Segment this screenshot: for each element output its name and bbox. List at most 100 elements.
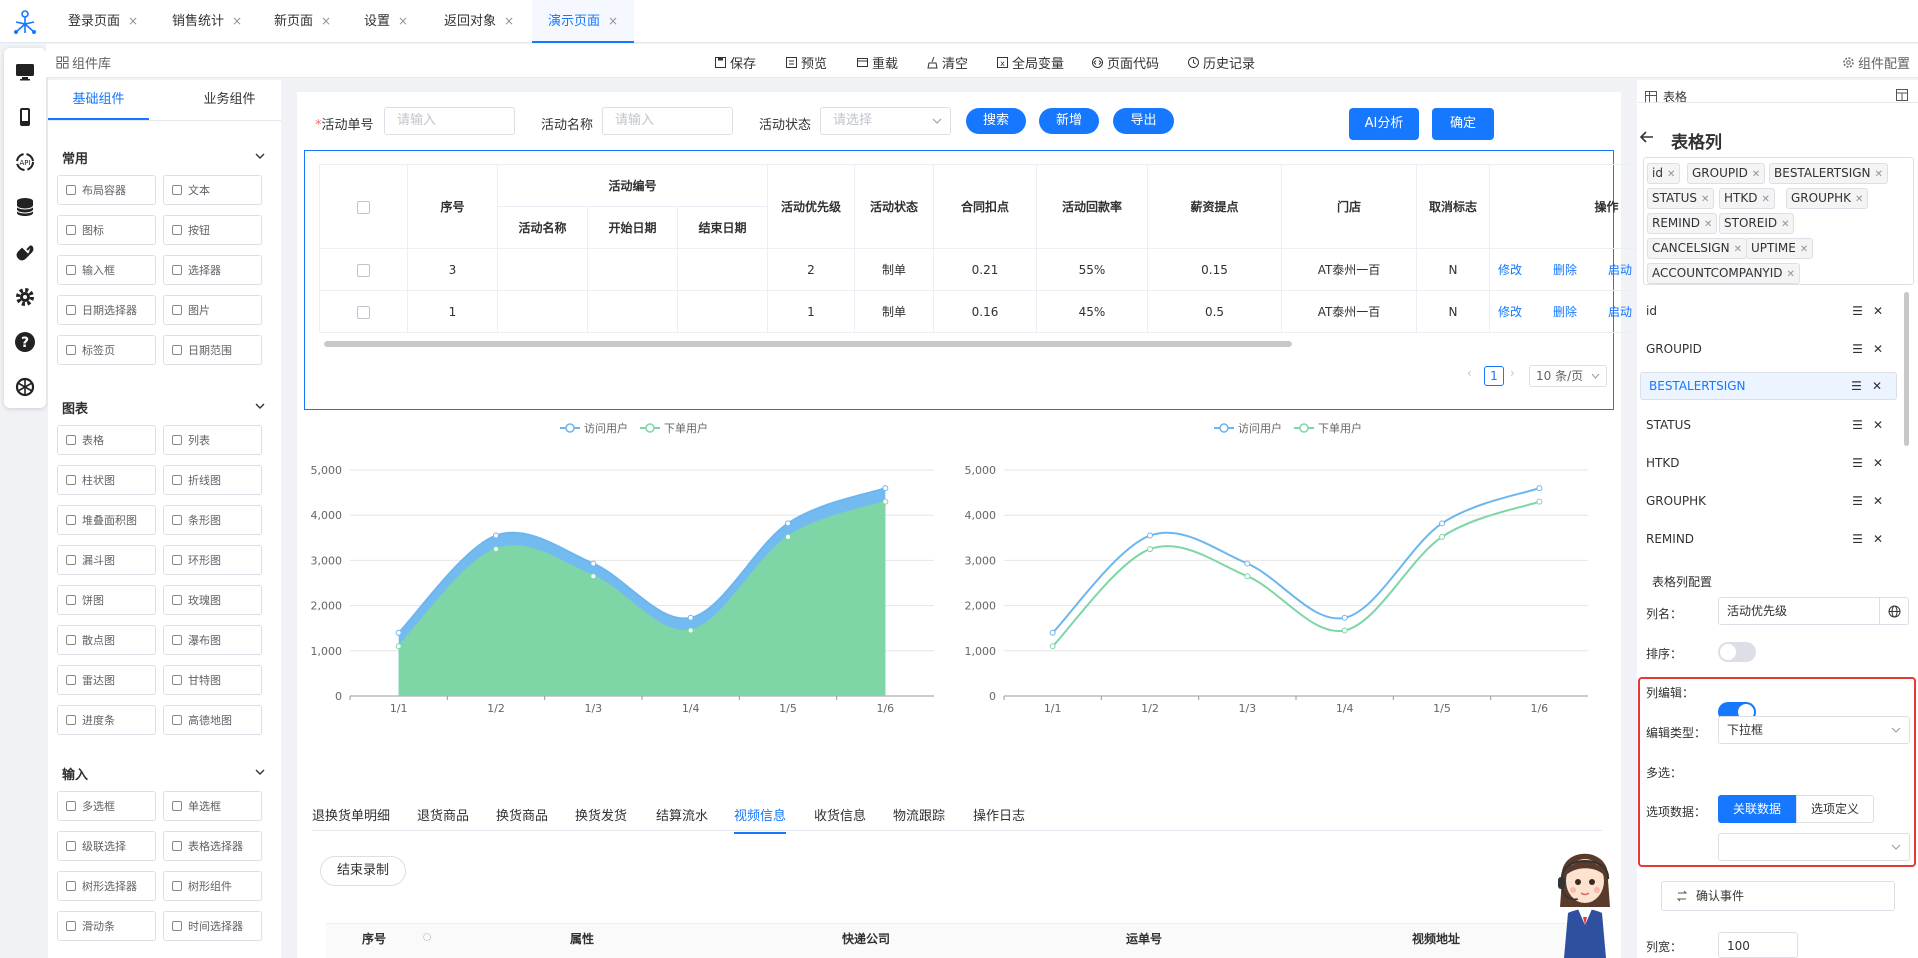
drag-handle-icon[interactable]: ☰ <box>1852 334 1863 364</box>
component-item[interactable]: 布局容器 <box>57 175 156 205</box>
subtab-2[interactable]: 换货商品 <box>496 805 548 824</box>
tag-close-icon[interactable]: ✕ <box>1800 244 1808 255</box>
column-tag[interactable]: GROUPID ✕ <box>1687 163 1766 184</box>
component-item[interactable]: 玫瑰图 <box>163 585 262 615</box>
page-number[interactable]: 1 <box>1484 366 1504 386</box>
gear-icon[interactable] <box>13 285 37 309</box>
component-item[interactable]: 条形图 <box>163 505 262 535</box>
section-header-1[interactable]: 图表 <box>62 398 266 417</box>
component-item[interactable]: 柱状图 <box>57 465 156 495</box>
select-all-checkbox[interactable] <box>357 200 370 214</box>
delete-link[interactable]: 删除 <box>1553 261 1608 278</box>
api-icon[interactable]: API <box>13 150 37 174</box>
component-item[interactable]: 滑动条 <box>57 911 156 941</box>
linked-data-select[interactable] <box>1718 833 1910 861</box>
tag-close-icon[interactable]: ✕ <box>1761 194 1769 205</box>
component-item[interactable]: 时间选择器 <box>163 911 262 941</box>
close-icon[interactable]: × <box>504 14 514 28</box>
component-item[interactable]: 高德地图 <box>163 705 262 735</box>
help-icon[interactable]: ? <box>13 330 37 354</box>
component-item[interactable]: 标签页 <box>57 335 156 365</box>
row-checkbox[interactable] <box>357 263 370 277</box>
close-icon[interactable]: × <box>232 14 242 28</box>
assistant-avatar[interactable] <box>1552 835 1618 958</box>
desktop-icon[interactable] <box>13 60 37 84</box>
component-item[interactable]: 输入框 <box>57 255 156 285</box>
drag-handle-icon[interactable]: ☰ <box>1852 486 1863 516</box>
confirm-button[interactable]: 确定 <box>1432 108 1494 140</box>
tab-1[interactable]: 销售统计 × <box>156 0 258 43</box>
column-row[interactable]: STATUS ☰ ✕ <box>1640 410 1897 440</box>
component-item[interactable]: 瀑布图 <box>163 625 262 655</box>
delete-link[interactable]: 删除 <box>1553 303 1608 320</box>
tab-basic-components[interactable]: 基础组件 <box>48 80 149 120</box>
database-icon[interactable] <box>13 195 37 219</box>
page-size-select[interactable]: 10 条/页 <box>1529 365 1607 387</box>
activity-status-select[interactable]: 请选择 <box>820 107 951 135</box>
column-row[interactable]: REMIND ☰ ✕ <box>1640 524 1897 554</box>
tab-4[interactable]: 返回对象 × <box>428 0 530 43</box>
tab-0[interactable]: 登录页面 × <box>52 0 154 43</box>
component-item[interactable]: 选择器 <box>163 255 262 285</box>
search-button[interactable]: 搜索 <box>966 108 1026 134</box>
component-item[interactable]: 多选框 <box>57 791 156 821</box>
tag-close-icon[interactable]: ✕ <box>1667 169 1675 180</box>
remove-icon[interactable]: ✕ <box>1873 334 1883 364</box>
close-icon[interactable]: × <box>398 14 408 28</box>
remove-icon[interactable]: ✕ <box>1873 410 1883 440</box>
back-arrow-icon[interactable] <box>1640 131 1654 143</box>
component-item[interactable]: 文本 <box>163 175 262 205</box>
column-row[interactable]: id ☰ ✕ <box>1640 296 1897 326</box>
linked-data-button[interactable]: 关联数据 <box>1718 795 1796 823</box>
close-icon[interactable]: × <box>321 14 331 28</box>
drag-handle-icon[interactable]: ☰ <box>1851 373 1862 399</box>
column-tag[interactable]: ACCOUNTCOMPANYID ✕ <box>1647 263 1800 284</box>
ai-icon[interactable] <box>13 375 37 399</box>
edit-link[interactable]: 修改 <box>1498 261 1553 278</box>
row-checkbox[interactable] <box>357 305 370 319</box>
component-item[interactable]: 进度条 <box>57 705 156 735</box>
next-page-icon[interactable]: › <box>1510 366 1515 380</box>
table-horizontal-scrollbar[interactable] <box>324 341 1292 347</box>
component-item[interactable]: 雷达图 <box>57 665 156 695</box>
close-icon[interactable]: × <box>608 14 618 28</box>
component-item[interactable]: 漏斗图 <box>57 545 156 575</box>
preview-button[interactable]: 预览 <box>785 53 827 72</box>
mobile-icon[interactable] <box>13 105 37 129</box>
export-button[interactable]: 导出 <box>1113 108 1174 134</box>
save-button[interactable]: 保存 <box>714 53 756 72</box>
tag-close-icon[interactable]: ✕ <box>1734 244 1742 255</box>
global-vars-button[interactable]: x 全局变量 <box>996 53 1064 72</box>
settings-small-icon[interactable] <box>422 932 432 942</box>
tab-5[interactable]: 演示页面 × <box>532 0 635 43</box>
col-name-input[interactable]: 活动优先级 <box>1718 597 1880 625</box>
column-tag[interactable]: HTKD ✕ <box>1719 188 1775 209</box>
column-tag[interactable]: STATUS ✕ <box>1647 188 1715 209</box>
tag-close-icon[interactable]: ✕ <box>1781 219 1789 230</box>
activity-no-input[interactable]: 请输入 <box>384 107 515 135</box>
component-item[interactable]: 图标 <box>57 215 156 245</box>
panel-layout-icon[interactable] <box>1896 89 1908 101</box>
component-item[interactable]: 日期范围 <box>163 335 262 365</box>
remove-icon[interactable]: ✕ <box>1873 524 1883 554</box>
tag-close-icon[interactable]: ✕ <box>1855 194 1863 205</box>
history-button[interactable]: 历史记录 <box>1187 53 1255 72</box>
column-row[interactable]: BESTALERTSIGN ☰ ✕ <box>1640 372 1897 400</box>
component-item[interactable]: 表格 <box>57 425 156 455</box>
column-tag[interactable]: REMIND ✕ <box>1647 213 1718 234</box>
component-item[interactable]: 散点图 <box>57 625 156 655</box>
clear-button[interactable]: 清空 <box>926 53 968 72</box>
remove-icon[interactable]: ✕ <box>1873 448 1883 478</box>
custom-options-button[interactable]: 选项定义 <box>1796 795 1874 823</box>
subtab-8[interactable]: 操作日志 <box>973 805 1025 824</box>
column-tag[interactable]: BESTALERTSIGN ✕ <box>1769 163 1888 184</box>
tag-close-icon[interactable]: ✕ <box>1704 219 1712 230</box>
component-item[interactable]: 日期选择器 <box>57 295 156 325</box>
confirm-event-button[interactable]: 确认事件 <box>1661 881 1895 911</box>
tab-2[interactable]: 新页面 × <box>258 0 347 43</box>
edit-link[interactable]: 修改 <box>1498 303 1553 320</box>
tab-business-components[interactable]: 业务组件 <box>179 80 280 120</box>
component-item[interactable]: 折线图 <box>163 465 262 495</box>
subtab-7[interactable]: 物流跟踪 <box>893 805 945 824</box>
column-tag[interactable]: STOREID ✕ <box>1719 213 1795 234</box>
